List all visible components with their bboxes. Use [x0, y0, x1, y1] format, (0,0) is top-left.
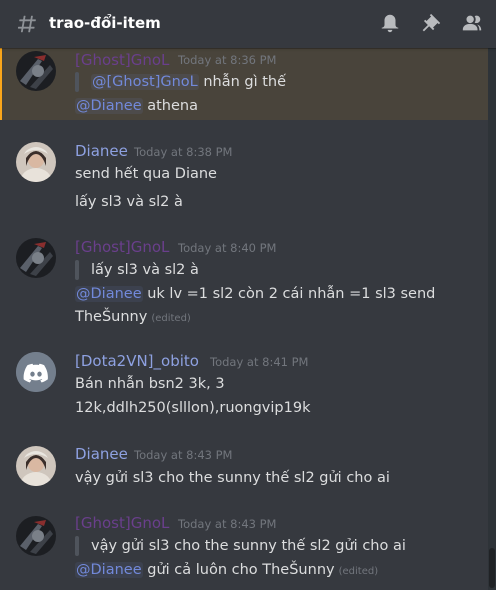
message-item: [Ghost]GnoL Today at 8:36 PM @[Ghost]Gno…	[0, 48, 488, 120]
channel-header: trao-đổi-item	[0, 0, 496, 48]
message-text: vậy gửi sl3 cho the sunny thế sl2 gửi ch…	[75, 470, 390, 486]
user-mention[interactable]: @Dianee	[75, 286, 143, 302]
edited-label: (edited)	[151, 313, 191, 324]
username[interactable]: [Ghost]GnoL	[75, 237, 169, 257]
quote-text: lấy sl3 và sl2 à	[91, 262, 199, 278]
message-text: @Dianee uk lv =1 sl2 còn 2 cái nhẫn =1 s…	[75, 286, 436, 302]
quote-text: vậy gửi sl3 cho the sunny thế sl2 gửi ch…	[91, 538, 406, 554]
timestamp: Today at 8:38 PM	[134, 145, 233, 159]
hashtag-icon	[17, 15, 36, 33]
message-text: 12k,ddlh250(slllon),ruongvip19k	[75, 400, 311, 416]
message-item: Dianee Today at 8:38 PM send hết qua Dia…	[0, 138, 488, 214]
scrollbar-thumb[interactable]	[489, 548, 495, 588]
user-mention[interactable]: @Dianee	[75, 562, 143, 578]
message-item: [Ghost]GnoL Today at 8:40 PM lấy sl3 và …	[0, 234, 488, 330]
bell-icon[interactable]	[379, 12, 401, 34]
timestamp: Today at 8:41 PM	[210, 355, 309, 369]
scrollbar-track[interactable]	[488, 48, 496, 590]
channel-name: trao-đổi-item	[49, 14, 161, 32]
username[interactable]: [Dota2VN]_obito	[75, 351, 199, 371]
message-item: [Dota2VN]_obito Today at 8:41 PM Bán nhẫ…	[0, 348, 488, 424]
quote-bar	[75, 72, 79, 92]
user-mention[interactable]: @Dianee	[75, 98, 143, 114]
avatar[interactable]	[16, 142, 56, 182]
avatar[interactable]	[16, 51, 56, 91]
quote-text: @[Ghost]GnoL nhẫn gì thế	[91, 74, 287, 90]
quote-bar	[75, 536, 79, 556]
message-item: Dianee Today at 8:43 PM vậy gửi sl3 cho …	[0, 442, 488, 494]
discord-logo-icon	[16, 352, 56, 392]
avatar[interactable]	[16, 516, 56, 556]
user-mention[interactable]: @[Ghost]GnoL	[91, 74, 199, 90]
timestamp: Today at 8:36 PM	[178, 53, 277, 67]
message-text: @Dianee athena	[75, 98, 198, 114]
username[interactable]: Dianee	[75, 444, 128, 464]
timestamp: Today at 8:43 PM	[134, 448, 233, 462]
avatar[interactable]	[16, 446, 56, 486]
message-item: [Ghost]GnoL Today at 8:43 PM vậy gửi sl3…	[0, 512, 488, 590]
timestamp: Today at 8:40 PM	[178, 241, 277, 255]
username[interactable]: [Ghost]GnoL	[75, 513, 169, 533]
edited-label: (edited)	[338, 566, 379, 577]
timestamp: Today at 8:43 PM	[178, 517, 277, 531]
members-icon[interactable]	[461, 12, 483, 34]
message-list: [Ghost]GnoL Today at 8:36 PM @[Ghost]Gno…	[0, 48, 496, 590]
username[interactable]: [Ghost]GnoL	[75, 50, 169, 70]
message-text: lấy sl3 và sl2 à	[75, 194, 183, 210]
avatar[interactable]	[16, 238, 56, 278]
message-text: TheŠunny (edited)	[75, 309, 191, 325]
message-text: send hết qua Diane	[75, 166, 217, 182]
username[interactable]: Dianee	[75, 141, 128, 161]
avatar[interactable]	[16, 352, 56, 392]
message-text: Bán nhẫn bsn2 3k, 3	[75, 376, 225, 392]
pin-icon[interactable]	[420, 12, 442, 34]
quote-bar	[75, 260, 79, 280]
message-text: @Dianee gửi cả luôn cho TheŠunny (edited)	[75, 562, 379, 578]
